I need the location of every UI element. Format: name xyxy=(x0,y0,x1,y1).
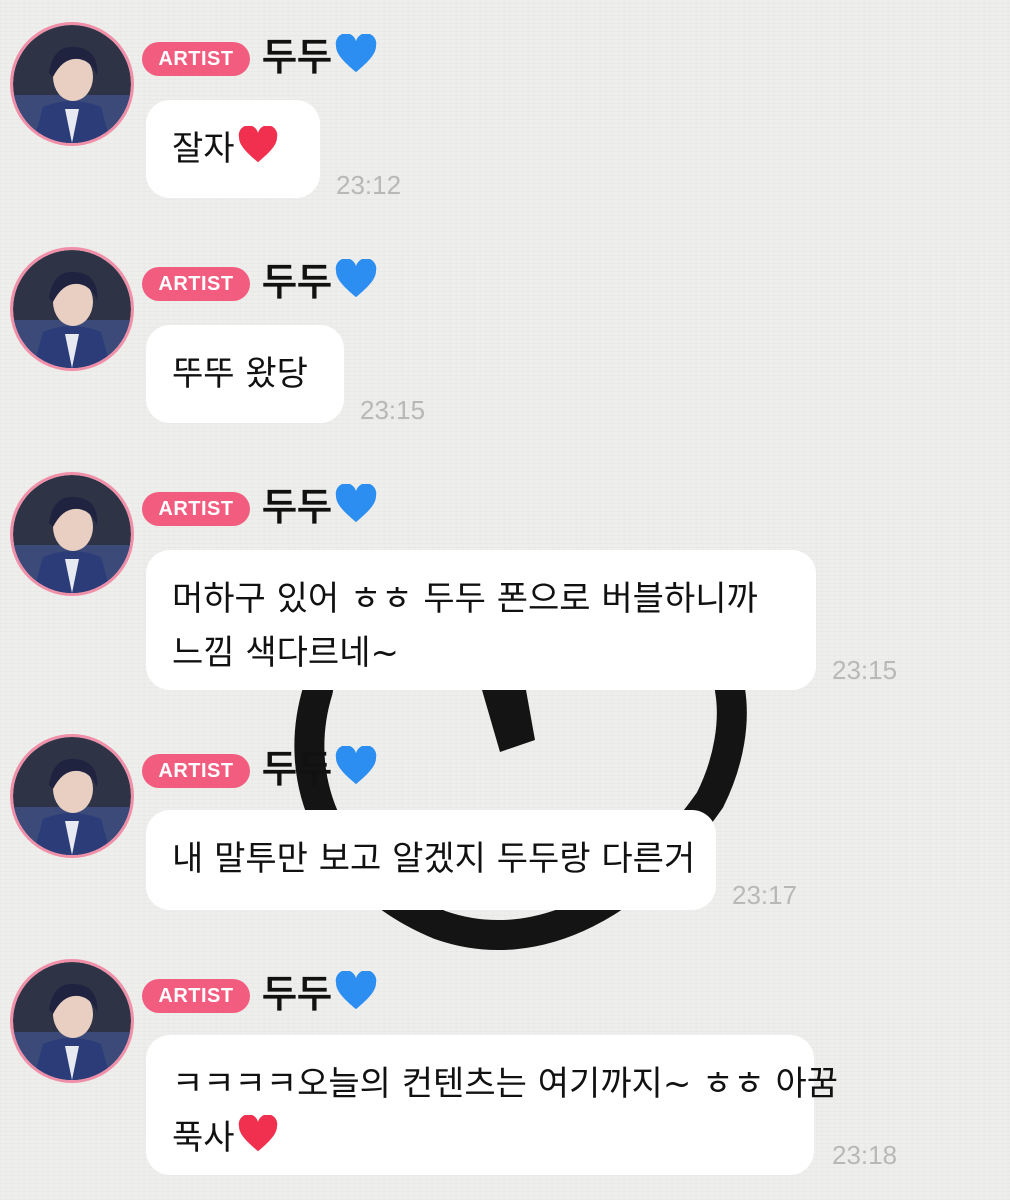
avatar[interactable] xyxy=(10,22,134,146)
blue-heart-icon xyxy=(334,483,378,536)
message-bubble: 머하구 있어 ㅎㅎ 두두 폰으로 버블하니까 느낌 색다르네~ xyxy=(146,550,816,690)
avatar[interactable] xyxy=(10,734,134,858)
artist-badge: ARTIST xyxy=(142,754,250,788)
artist-badge: ARTIST xyxy=(142,267,250,301)
artist-badge: ARTIST xyxy=(142,979,250,1013)
blue-heart-icon xyxy=(334,970,378,1023)
sender-name: 두두 xyxy=(262,32,378,82)
message-text: 뚜뚜 왔당 xyxy=(172,354,308,394)
sender-name: 두두 xyxy=(262,744,378,794)
blue-heart-icon xyxy=(334,258,378,311)
sender-name-text: 두두 xyxy=(262,972,332,1016)
message-time: 23:15 xyxy=(832,655,898,685)
red-heart-icon xyxy=(237,1114,279,1169)
sender-name-text: 두두 xyxy=(262,260,332,304)
sender-name-text: 두두 xyxy=(262,747,332,791)
message-time: 23:12 xyxy=(336,170,402,200)
message-text: 잘자 xyxy=(172,129,235,169)
message-bubble: 잘자 xyxy=(146,100,320,198)
avatar[interactable] xyxy=(10,959,134,1083)
message-text-line: ㅋㅋㅋㅋ오늘의 컨텐츠는 여기까지~ ㅎㅎ 아꿈 xyxy=(172,1064,839,1104)
message-text-line-with-icon: 푹사 xyxy=(172,1111,788,1169)
message-bubble: 뚜뚜 왔당 xyxy=(146,325,344,423)
message-time: 23:18 xyxy=(832,1140,898,1170)
blue-heart-icon xyxy=(334,745,378,798)
message-text: 내 말투만 보고 알겠지 두두랑 다른거 xyxy=(172,839,696,879)
avatar[interactable] xyxy=(10,472,134,596)
message-time: 23:17 xyxy=(732,880,798,910)
sender-name-text: 두두 xyxy=(262,35,332,79)
message-bubble: 내 말투만 보고 알겠지 두두랑 다른거 xyxy=(146,810,716,910)
artist-badge: ARTIST xyxy=(142,42,250,76)
sender-name-text: 두두 xyxy=(262,485,332,529)
blue-heart-icon xyxy=(334,33,378,86)
sender-name: 두두 xyxy=(262,257,378,307)
message-time: 23:15 xyxy=(360,395,426,425)
message-text-line: 느낌 색다르네~ xyxy=(172,633,399,673)
sender-name: 두두 xyxy=(262,482,378,532)
message-bubble: ㅋㅋㅋㅋ오늘의 컨텐츠는 여기까지~ ㅎㅎ 아꿈 푹사 xyxy=(146,1035,839,1175)
message-text: 푹사 xyxy=(172,1118,235,1158)
artist-badge: ARTIST xyxy=(142,492,250,526)
sender-name: 두두 xyxy=(262,969,378,1019)
message-text-line: 머하구 있어 ㅎㅎ 두두 폰으로 버블하니까 xyxy=(172,579,758,619)
avatar[interactable] xyxy=(10,247,134,371)
red-heart-icon xyxy=(237,125,279,180)
